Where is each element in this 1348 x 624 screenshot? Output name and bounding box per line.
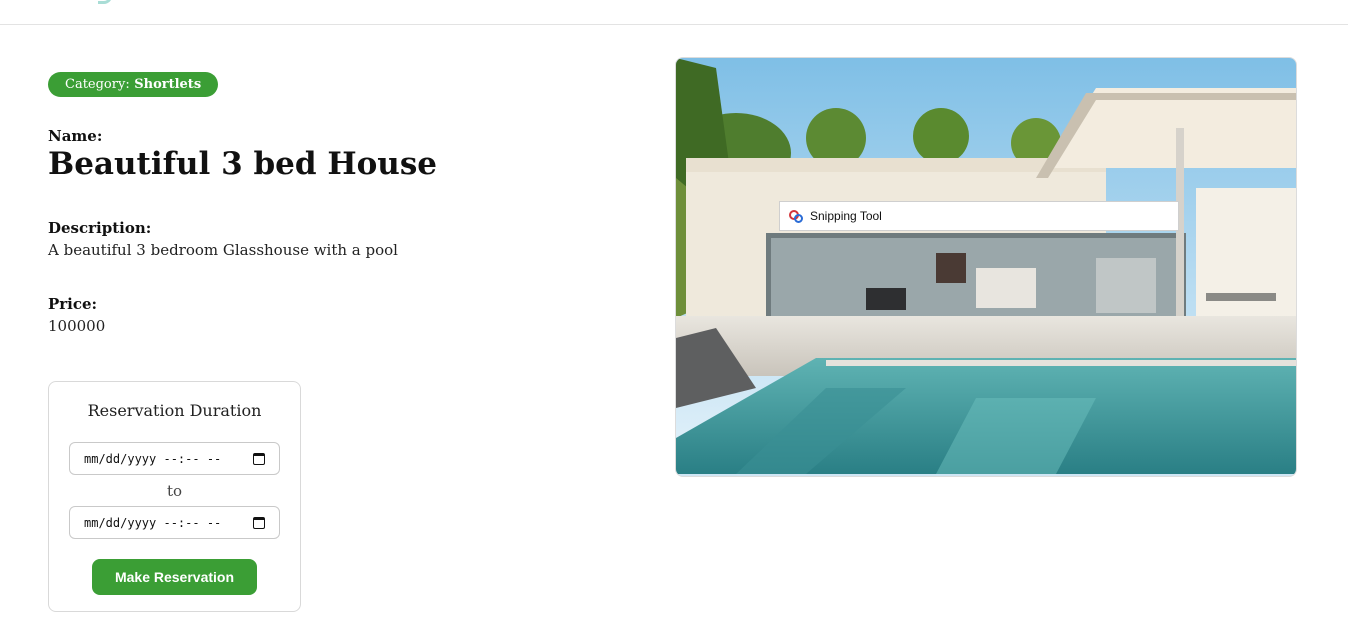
category-badge: Category: Shortlets bbox=[48, 72, 219, 97]
category-value: Shortlets bbox=[134, 77, 202, 92]
logo-fragment bbox=[98, 0, 112, 4]
description-text: A beautiful 3 bedroom Glasshouse with a … bbox=[48, 241, 398, 259]
top-navbar bbox=[0, 0, 1348, 25]
end-datetime-input[interactable]: mm/dd/yyyy --:-- -- bbox=[69, 506, 280, 539]
calendar-icon[interactable] bbox=[253, 516, 265, 529]
make-reservation-button[interactable]: Make Reservation bbox=[92, 559, 257, 595]
listing-image: Snipping Tool bbox=[675, 57, 1297, 477]
listing-title: Beautiful 3 bed House bbox=[48, 146, 437, 182]
house-photo bbox=[676, 58, 1296, 474]
listing-details: Category: Shortlets Name: Beautiful 3 be… bbox=[48, 72, 608, 335]
date-separator: to bbox=[166, 482, 183, 500]
price-label: Price: bbox=[48, 295, 98, 313]
reservation-panel: Reservation Duration mm/dd/yyyy --:-- --… bbox=[48, 381, 301, 612]
start-datetime-placeholder: mm/dd/yyyy --:-- -- bbox=[84, 451, 222, 466]
category-prefix: Category: bbox=[65, 77, 130, 92]
snipping-tool-icon bbox=[788, 208, 804, 224]
end-datetime-placeholder: mm/dd/yyyy --:-- -- bbox=[84, 515, 222, 530]
snipping-tool-label: Snipping Tool bbox=[810, 209, 882, 223]
name-label: Name: bbox=[48, 127, 103, 145]
start-datetime-input[interactable]: mm/dd/yyyy --:-- -- bbox=[69, 442, 280, 475]
price-value: 100000 bbox=[48, 317, 106, 335]
calendar-icon[interactable] bbox=[253, 452, 265, 465]
reservation-title: Reservation Duration bbox=[87, 401, 262, 420]
snipping-tool-bar[interactable]: Snipping Tool bbox=[779, 201, 1179, 231]
description-label: Description: bbox=[48, 219, 152, 237]
